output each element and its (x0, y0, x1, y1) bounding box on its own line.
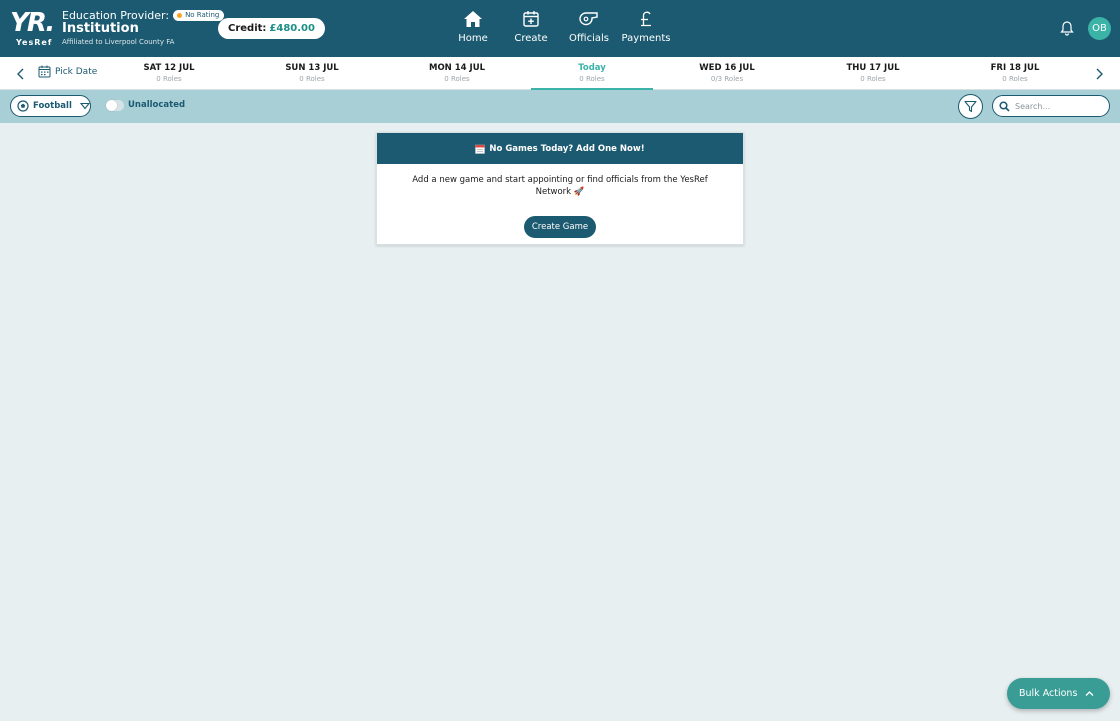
chevron-up-icon (1085, 691, 1094, 696)
whistle-icon (578, 8, 600, 30)
calendar-icon (475, 144, 486, 154)
toggle-knob (106, 100, 117, 111)
date-tab-label: THU 17 JUL (846, 63, 900, 73)
yesref-logo[interactable]: YR. YesRef (10, 8, 56, 47)
calendar-icon (38, 65, 51, 78)
date-tab-roles: 0 Roles (444, 75, 470, 83)
nav-payments[interactable]: Payments (616, 8, 676, 44)
unallocated-label: Unallocated (128, 100, 186, 110)
filter-bar: Football Unallocated (0, 90, 1120, 123)
date-tab-today[interactable]: Today 0 Roles (531, 57, 653, 90)
rating-badge-label: No Rating (185, 11, 220, 19)
bulk-actions-button[interactable]: Bulk Actions (1007, 678, 1110, 709)
date-tab-label: Today (578, 63, 606, 73)
date-tab-sun-13[interactable]: SUN 13 JUL 0 Roles (251, 57, 373, 89)
date-tab-label: SUN 13 JUL (285, 63, 339, 73)
chevron-right-icon[interactable] (1093, 66, 1105, 80)
chevron-left-icon[interactable] (15, 66, 27, 80)
rating-badge: No Rating (173, 10, 225, 21)
bell-icon[interactable] (1059, 20, 1075, 36)
card-text-line1: Add a new game and start appointing or f… (412, 175, 708, 185)
date-tab-sat-12[interactable]: SAT 12 JUL 0 Roles (108, 57, 230, 89)
sport-select[interactable]: Football (10, 95, 91, 117)
date-tab-roles: 0 Roles (299, 75, 325, 83)
filter-icon (958, 94, 983, 119)
pick-date-button[interactable]: Pick Date (38, 65, 97, 78)
pound-icon (639, 8, 653, 30)
card-title: No Games Today? Add One Now! (489, 143, 645, 154)
date-tab-wed-16[interactable]: WED 16 JUL 0/3 Roles (666, 57, 788, 89)
date-tab-label: FRI 18 JUL (990, 63, 1040, 73)
home-icon (463, 8, 483, 30)
rating-dot-icon (177, 13, 183, 18)
bulk-actions-label: Bulk Actions (1019, 688, 1078, 699)
pick-date-label: Pick Date (55, 66, 98, 77)
search-input[interactable] (1015, 101, 1100, 111)
card-body: Add a new game and start appointing or f… (377, 164, 743, 198)
search-icon (999, 100, 1010, 112)
create-game-button[interactable]: Create Game (524, 216, 596, 238)
user-avatar[interactable]: OB (1088, 17, 1111, 40)
credit-amount: £480.00 (269, 23, 315, 34)
date-tab-label: MON 14 JUL (428, 63, 486, 73)
nav-payments-label: Payments (621, 33, 671, 44)
date-tab-fri-18[interactable]: FRI 18 JUL 0 Roles (954, 57, 1076, 89)
chevron-down-icon (79, 102, 90, 110)
date-tab-roles: 0/3 Roles (710, 75, 744, 83)
nav-create[interactable]: Create (501, 8, 561, 44)
logo-wordmark: YesRef (16, 38, 53, 47)
date-tab-mon-14[interactable]: MON 14 JUL 0 Roles (396, 57, 518, 89)
card-text-line2: Network 🚀 (535, 187, 585, 197)
filter-button[interactable] (958, 94, 983, 119)
credit-label: Credit: (228, 23, 267, 34)
logo-mark: YR. (10, 8, 55, 38)
date-bar: Pick Date SAT 12 JUL 0 Roles SUN 13 JUL … (0, 57, 1120, 90)
institution-name: Institution (62, 21, 139, 36)
sport-select-label: Football (33, 101, 72, 111)
date-tab-label: WED 16 JUL (699, 63, 755, 73)
no-games-card: No Games Today? Add One Now! Add a new g… (376, 132, 744, 245)
date-tab-roles: 0 Roles (156, 75, 182, 83)
nav-officials[interactable]: Officials (559, 8, 619, 44)
date-tab-roles: 0 Roles (1002, 75, 1028, 83)
affiliation-text: Affiliated to Liverpool County FA (62, 38, 175, 46)
unallocated-toggle[interactable] (106, 100, 124, 111)
nav-officials-label: Officials (569, 33, 609, 44)
date-tab-label: SAT 12 JUL (143, 63, 195, 73)
credit-pill[interactable]: Credit: £480.00 (218, 18, 325, 39)
nav-home[interactable]: Home (443, 8, 503, 44)
top-header: YR. YesRef Education Provider: No Rating… (0, 0, 1120, 57)
card-header: No Games Today? Add One Now! (377, 133, 743, 164)
nav-home-label: Home (458, 33, 488, 44)
date-tab-roles: 0 Roles (579, 75, 605, 83)
nav-create-label: Create (514, 33, 548, 44)
football-icon (17, 100, 29, 112)
date-tab-roles: 0 Roles (860, 75, 886, 83)
date-tab-thu-17[interactable]: THU 17 JUL 0 Roles (812, 57, 934, 89)
calendar-plus-icon (522, 8, 540, 30)
search-box[interactable] (992, 95, 1110, 117)
